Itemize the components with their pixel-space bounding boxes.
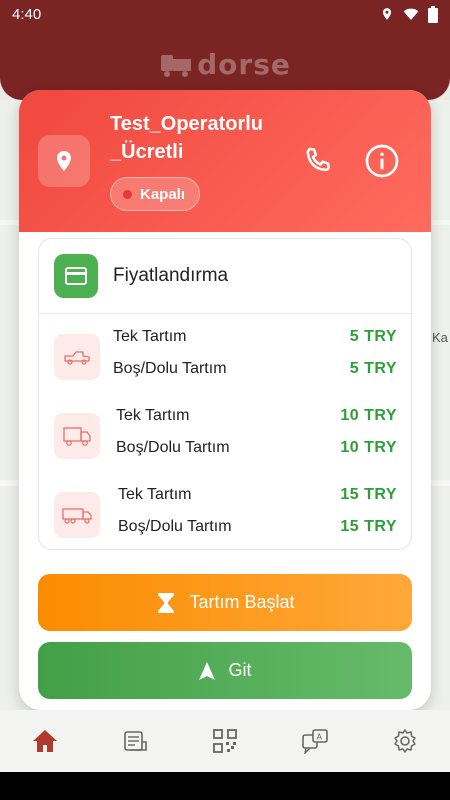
price-label: Boş/Dolu Tartım — [118, 518, 232, 535]
settings-icon — [394, 729, 416, 753]
phone-icon — [306, 147, 330, 172]
status-badge: Kapalı — [110, 177, 201, 211]
credit-card-icon — [54, 254, 98, 298]
system-navigation-bar — [0, 772, 450, 800]
price-group-truck: Tek Tartım 10 TRY Boş/Dolu Tartım 10 TRY — [39, 403, 413, 477]
nav-qr[interactable] — [200, 716, 250, 766]
truck-icon — [54, 413, 100, 459]
station-detail-card: Test_Operatorlu _Ücretli Kapalı Fiyatlan… — [19, 90, 431, 710]
home-icon — [33, 730, 57, 752]
price-group-trailer: Tek Tartım 15 TRY Boş/Dolu Tartım 15 TRY — [39, 482, 413, 556]
navigation-arrow-icon — [199, 661, 216, 680]
logo-text: dorse — [197, 47, 291, 81]
dorse-logo: dorse — [159, 48, 291, 81]
map-label: Ka — [432, 330, 448, 345]
status-text: Kapalı — [140, 185, 186, 203]
price-label: Boş/Dolu Tartım — [116, 439, 230, 456]
station-name-line1: Test_Operatorlu — [110, 113, 263, 135]
station-name: Test_Operatorlu _Ücretli — [110, 110, 300, 166]
pricing-section: Fiyatlandırma Tek Tartım 5 TRY Boş/Dolu … — [38, 238, 412, 550]
price-label: Tek Tartım — [116, 407, 190, 424]
status-bar: 4:40 — [0, 0, 450, 28]
location-status-icon — [382, 8, 392, 20]
translate-icon: A — [302, 729, 328, 754]
price-value: 5 TRY — [349, 328, 397, 345]
info-button[interactable] — [363, 142, 401, 180]
truck-logo-icon — [161, 55, 192, 77]
trailer-truck-icon — [54, 492, 100, 538]
nav-language[interactable]: A — [290, 716, 340, 766]
start-weighing-button[interactable]: Tartım Başlat — [38, 574, 412, 631]
price-group-pickup: Tek Tartım 5 TRY Boş/Dolu Tartım 5 TRY — [39, 324, 413, 398]
start-weighing-label: Tartım Başlat — [189, 592, 295, 612]
station-name-line2: _Ücretli — [110, 141, 184, 163]
hourglass-icon — [158, 592, 175, 613]
price-value: 15 TRY — [340, 486, 397, 503]
clock: 4:40 — [12, 5, 42, 23]
wifi-icon — [403, 8, 419, 20]
price-label: Tek Tartım — [113, 328, 187, 345]
battery-icon — [428, 5, 438, 23]
qr-code-icon — [213, 729, 237, 753]
price-label: Tek Tartım — [118, 486, 192, 503]
price-value: 5 TRY — [349, 360, 397, 377]
price-value: 10 TRY — [340, 439, 397, 456]
svg-text:A: A — [317, 733, 323, 742]
call-button[interactable] — [299, 142, 337, 180]
nav-home[interactable] — [20, 716, 70, 766]
price-label: Boş/Dolu Tartım — [113, 360, 227, 377]
go-button[interactable]: Git — [38, 642, 412, 699]
bottom-nav: A — [0, 710, 450, 772]
pricing-header: Fiyatlandırma — [39, 239, 411, 314]
nav-receipts[interactable] — [110, 716, 160, 766]
pickup-truck-icon — [54, 334, 100, 380]
price-value: 15 TRY — [340, 518, 397, 535]
nav-settings[interactable] — [380, 716, 430, 766]
price-value: 10 TRY — [340, 407, 397, 424]
info-icon — [365, 144, 399, 178]
go-label: Git — [228, 660, 252, 680]
station-header: Test_Operatorlu _Ücretli Kapalı — [19, 90, 431, 232]
status-dot — [123, 189, 132, 199]
location-badge — [38, 135, 90, 187]
location-pin-icon — [57, 151, 71, 171]
pricing-title: Fiyatlandırma — [113, 265, 229, 286]
receipt-icon — [124, 731, 147, 751]
